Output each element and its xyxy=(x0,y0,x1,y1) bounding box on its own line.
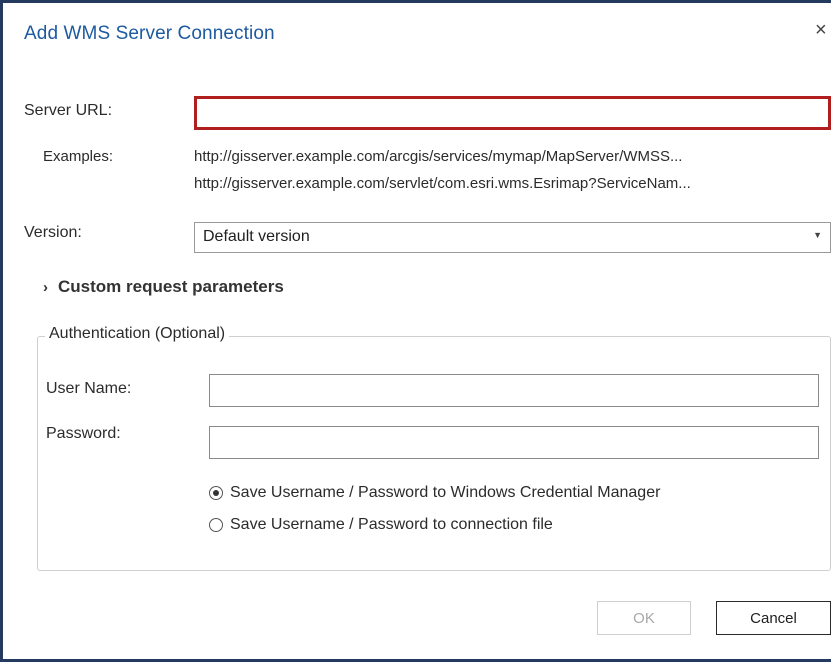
version-label: Version: xyxy=(24,224,82,241)
radio-checked-icon xyxy=(209,486,223,500)
password-label: Password: xyxy=(46,425,121,442)
radio-label-credential-manager: Save Username / Password to Windows Cred… xyxy=(230,484,661,501)
chevron-right-icon: › xyxy=(43,279,48,296)
close-icon[interactable]: × xyxy=(815,19,827,42)
chevron-down-icon: ▼ xyxy=(813,230,822,240)
example-url-1: http://gisserver.example.com/arcgis/serv… xyxy=(194,148,683,165)
ok-button[interactable]: OK xyxy=(597,601,691,635)
radio-save-to-connection-file[interactable]: Save Username / Password to connection f… xyxy=(209,516,553,534)
password-input[interactable] xyxy=(209,426,819,459)
server-url-label: Server URL: xyxy=(24,102,113,119)
cancel-button[interactable]: Cancel xyxy=(716,601,831,635)
radio-label-connection-file: Save Username / Password to connection f… xyxy=(230,516,553,533)
example-url-2: http://gisserver.example.com/servlet/com… xyxy=(194,175,691,192)
custom-request-parameters-label: Custom request parameters xyxy=(58,277,284,296)
username-label: User Name: xyxy=(46,380,132,397)
examples-label: Examples: xyxy=(43,148,114,165)
authentication-legend: Authentication (Optional) xyxy=(45,325,230,343)
add-wms-server-dialog: Add WMS Server Connection × Server URL: … xyxy=(0,0,831,662)
version-select[interactable]: Default version ▼ xyxy=(194,222,831,253)
custom-request-parameters-expander[interactable]: › Custom request parameters xyxy=(43,277,284,297)
server-url-input[interactable] xyxy=(194,96,831,130)
dialog-title: Add WMS Server Connection xyxy=(24,23,275,44)
version-selected-value: Default version xyxy=(203,228,310,245)
radio-unchecked-icon xyxy=(209,518,223,532)
username-input[interactable] xyxy=(209,374,819,407)
radio-save-to-credential-manager[interactable]: Save Username / Password to Windows Cred… xyxy=(209,484,660,502)
